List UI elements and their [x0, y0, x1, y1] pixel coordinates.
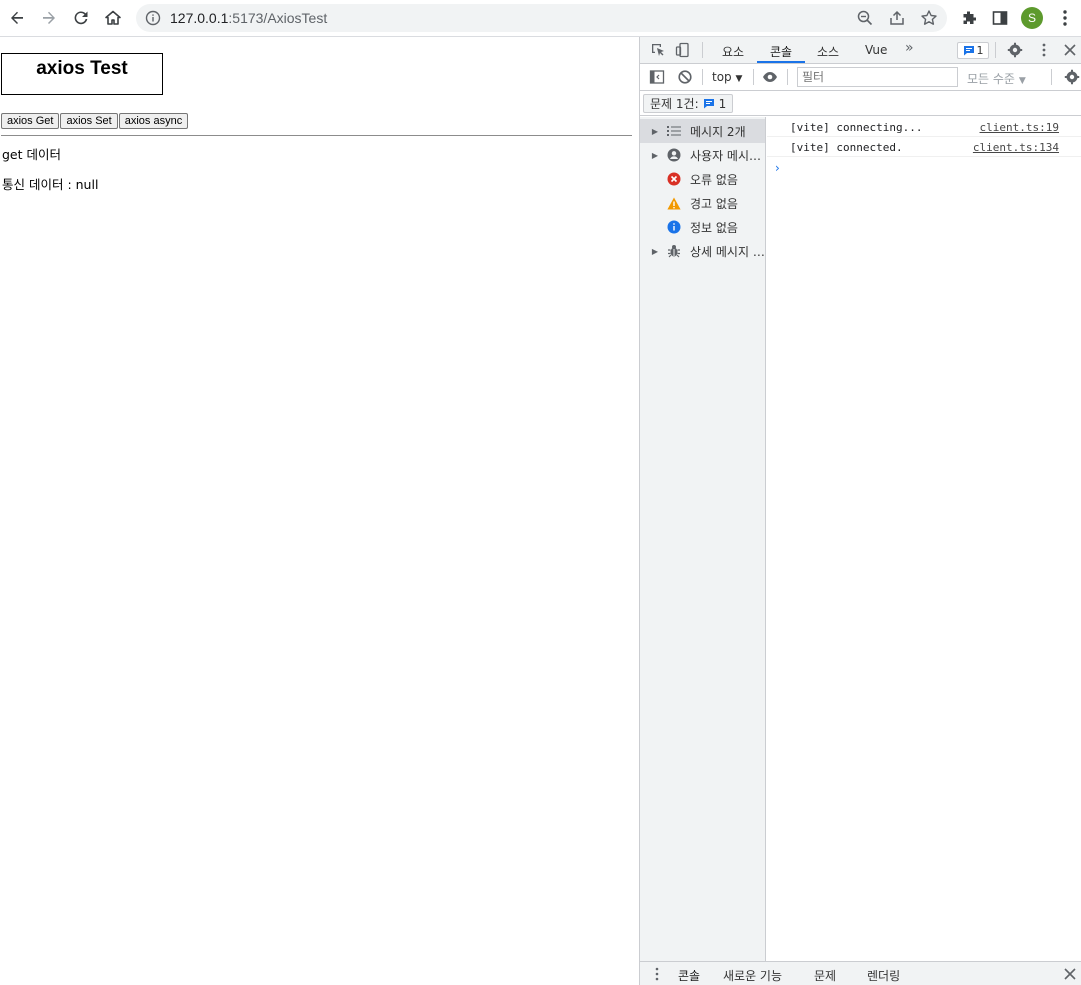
- separator: [787, 69, 788, 85]
- settings-gear-icon[interactable]: [1007, 42, 1023, 58]
- sidebar-item-messages[interactable]: ▶ 메시지 2개: [640, 119, 765, 143]
- sidebar-item-info[interactable]: 정보 없음: [640, 215, 765, 239]
- extensions-puzzle-icon[interactable]: [960, 9, 978, 27]
- more-options-icon[interactable]: [1036, 42, 1052, 58]
- log-source-link[interactable]: client.ts:19: [980, 121, 1059, 134]
- home-button[interactable]: [101, 6, 125, 30]
- tab-console[interactable]: 콘솔: [770, 43, 792, 60]
- page-title: axios Test: [36, 58, 128, 79]
- axios-async-button[interactable]: axios async: [118, 113, 189, 129]
- log-row: [vite] connected. client.ts:134: [767, 137, 1081, 157]
- warning-icon: [666, 195, 682, 211]
- tab-sources[interactable]: 소스: [817, 43, 839, 60]
- drawer-menu-icon[interactable]: [649, 966, 665, 982]
- get-data-label: get 데이터: [2, 147, 61, 162]
- profile-avatar[interactable]: S: [1021, 7, 1043, 29]
- address-bar[interactable]: 127.0.0.1:5173/AxiosTest: [136, 4, 947, 32]
- axios-get-button[interactable]: axios Get: [1, 113, 60, 129]
- console-toolbar: top ▼ 모든 수준 ▼: [640, 64, 1081, 91]
- separator: [995, 42, 996, 58]
- tab-vue[interactable]: Vue: [865, 43, 887, 57]
- browser-toolbar: 127.0.0.1:5173/AxiosTest S: [0, 0, 1081, 37]
- axios-set-button[interactable]: axios Set: [60, 113, 118, 129]
- drawer-tab-rendering[interactable]: 렌더링: [867, 967, 900, 984]
- button-row: axios Get axios Set axios async: [1, 113, 189, 129]
- error-icon: [666, 171, 682, 187]
- issues-badge[interactable]: 1: [957, 42, 989, 59]
- issues-button[interactable]: 문제 1건: 1: [643, 94, 734, 113]
- comm-data-label: 통신 데이터 : null: [2, 177, 99, 192]
- context-select[interactable]: top ▼: [712, 70, 742, 84]
- separator: [753, 69, 754, 85]
- active-tab-indicator: [757, 61, 805, 63]
- bug-icon: [666, 243, 682, 259]
- side-panel-icon[interactable]: [991, 9, 1009, 27]
- tab-elements[interactable]: 요소: [722, 43, 744, 60]
- sidebar-item-errors[interactable]: 오류 없음: [640, 167, 765, 191]
- reload-icon: [74, 11, 88, 25]
- user-icon: [666, 147, 682, 163]
- devtools-panel: 요소 콘솔 소스 Vue » 1 top ▼ 모든 수준 ▼ 문제 1건: 1: [639, 37, 1081, 985]
- sidebar-item-user-messages[interactable]: ▶ 사용자 메시지 없음: [640, 143, 765, 167]
- log-level-select[interactable]: 모든 수준 ▼: [967, 70, 1026, 87]
- info-icon: [666, 219, 682, 235]
- reload-button[interactable]: [69, 6, 93, 30]
- console-output: [vite] connecting... client.ts:19 [vite]…: [767, 117, 1081, 961]
- console-sidebar: ▶ 메시지 2개 ▶ 사용자 메시지 없음 오류 없음 경고 없음 정보 없음 …: [640, 117, 766, 961]
- home-icon: [105, 10, 121, 25]
- separator: [702, 42, 703, 58]
- device-toolbar-icon[interactable]: [675, 42, 691, 58]
- divider: [1, 135, 632, 136]
- expand-arrow-icon[interactable]: ▶: [648, 151, 662, 160]
- devtools-tab-bar: 요소 콘솔 소스 Vue » 1: [640, 37, 1081, 64]
- zoom-icon[interactable]: [856, 9, 874, 27]
- back-button[interactable]: [5, 6, 29, 30]
- title-box: axios Test: [1, 53, 163, 95]
- log-source-link[interactable]: client.ts:134: [973, 141, 1059, 154]
- console-settings-icon[interactable]: [1064, 69, 1080, 85]
- live-expression-eye-icon[interactable]: [762, 69, 778, 85]
- filter-input[interactable]: [797, 67, 958, 87]
- separator: [1051, 69, 1052, 85]
- site-info-icon[interactable]: [145, 10, 161, 26]
- sidebar-toggle-icon[interactable]: [649, 69, 665, 85]
- issue-message-icon: [963, 46, 974, 56]
- expand-arrow-icon[interactable]: ▶: [648, 127, 662, 136]
- close-drawer-icon[interactable]: [1062, 966, 1078, 982]
- forward-arrow-icon: [43, 11, 55, 24]
- kebab-menu-icon[interactable]: [1058, 9, 1072, 27]
- page-content: axios Test axios Get axios Set axios asy…: [0, 37, 639, 985]
- console-prompt-icon[interactable]: ›: [775, 161, 780, 175]
- forward-button[interactable]: [37, 6, 61, 30]
- close-devtools-icon[interactable]: [1062, 42, 1078, 58]
- sidebar-item-warnings[interactable]: 경고 없음: [640, 191, 765, 215]
- devtools-drawer: 콘솔 새로운 기능 문제 렌더링: [640, 961, 1081, 985]
- bookmark-star-icon[interactable]: [920, 9, 938, 27]
- issues-bar: 문제 1건: 1: [640, 91, 1081, 116]
- issue-message-icon: [703, 99, 714, 109]
- expand-arrow-icon[interactable]: ▶: [648, 247, 662, 256]
- drawer-tab-whats-new[interactable]: 새로운 기능: [723, 967, 782, 984]
- more-tabs-icon[interactable]: »: [905, 40, 914, 56]
- inspect-element-icon[interactable]: [650, 42, 666, 58]
- url-text: 127.0.0.1:5173/AxiosTest: [170, 10, 328, 26]
- drawer-tab-console[interactable]: 콘솔: [678, 967, 700, 984]
- back-arrow-icon: [11, 11, 23, 24]
- sidebar-item-verbose[interactable]: ▶ 상세 메시지 없음: [640, 239, 765, 263]
- clear-console-icon[interactable]: [677, 69, 693, 85]
- list-icon: [666, 123, 682, 139]
- share-icon[interactable]: [888, 9, 906, 27]
- drawer-tab-issues[interactable]: 문제: [814, 967, 836, 984]
- log-row: [vite] connecting... client.ts:19: [767, 117, 1081, 137]
- separator: [702, 69, 703, 85]
